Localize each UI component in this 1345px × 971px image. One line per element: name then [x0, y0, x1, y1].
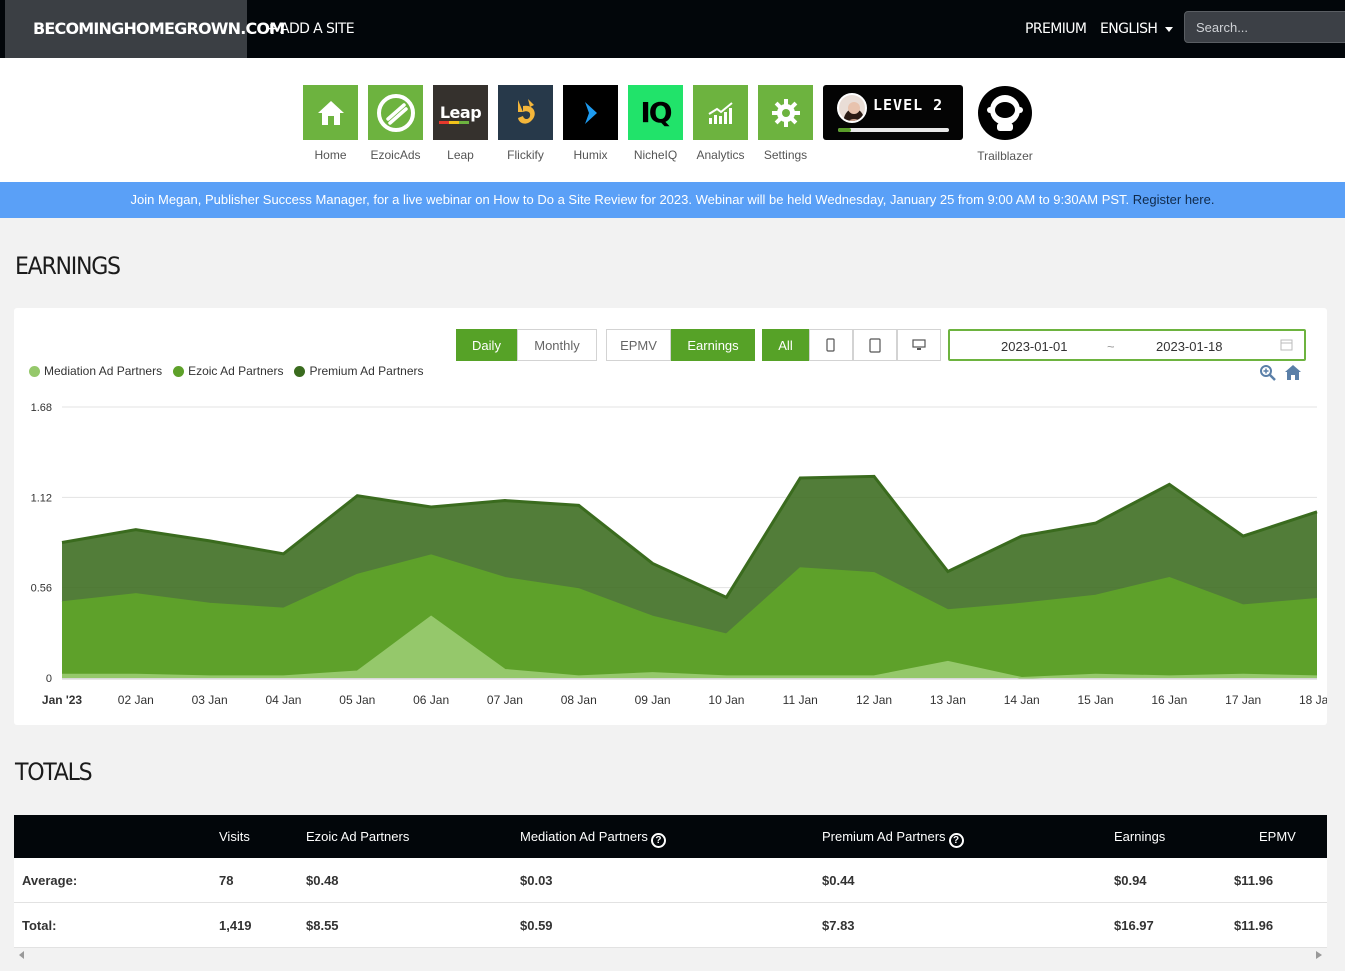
col-header-visits: Visits: [219, 829, 250, 844]
x-tick-label: 03 Jan: [192, 693, 228, 707]
scroll-right-icon: [1316, 951, 1322, 959]
webinar-banner: Join Megan, Publisher Success Manager, f…: [0, 182, 1345, 218]
x-tick-label: Jan '23: [42, 693, 83, 707]
level-progress-bar: [838, 128, 949, 132]
table-header: Visits Ezoic Ad Partners Mediation Ad Pa…: [14, 815, 1327, 858]
x-tick-label: 17 Jan: [1225, 693, 1261, 707]
totals-table: Visits Ezoic Ad Partners Mediation Ad Pa…: [14, 815, 1327, 948]
gear-icon: [758, 85, 813, 140]
analytics-icon: [693, 85, 748, 140]
x-tick-label: 16 Jan: [1151, 693, 1187, 707]
cell-earnings: $0.94: [1114, 873, 1147, 888]
x-tick-label: 05 Jan: [339, 693, 375, 707]
app-settings[interactable]: Settings: [758, 85, 813, 162]
cell-earnings: $16.97: [1114, 918, 1154, 933]
cell-premium: $0.44: [822, 873, 855, 888]
help-icon[interactable]: ?: [948, 833, 964, 848]
site-name[interactable]: BECOMINGHOMEGROWN.COM: [5, 0, 285, 58]
banner-text: Join Megan, Publisher Success Manager, f…: [130, 192, 1130, 207]
x-tick-label: 09 Jan: [635, 693, 671, 707]
x-tick-label: 07 Jan: [487, 693, 523, 707]
app-label: Settings: [763, 148, 808, 162]
help-icon[interactable]: ?: [650, 833, 666, 848]
x-tick-label: 06 Jan: [413, 693, 449, 707]
language-dropdown[interactable]: ENGLISH: [1100, 0, 1174, 58]
cell-ezoic: $8.55: [306, 918, 339, 933]
y-tick-label: 1.68: [31, 402, 52, 414]
x-tick-label: 11 Jan: [783, 693, 818, 707]
x-tick-label: 18 Ja: [1299, 693, 1327, 707]
table-horizontal-scrollbar[interactable]: [14, 948, 1327, 962]
chevron-down-icon: [1165, 26, 1174, 32]
y-tick-label: 0.56: [31, 583, 52, 595]
cell-mediation: $0.59: [520, 918, 553, 933]
nicheiq-icon: IQ: [628, 85, 683, 140]
flickify-icon: [498, 85, 553, 140]
cell-visits: 78: [219, 873, 234, 888]
astronaut-icon: [977, 85, 1033, 141]
table-row: Average: 78 $0.48 $0.03 $0.44 $0.94 $11.…: [14, 858, 1327, 903]
x-tick-label: 08 Jan: [561, 693, 597, 707]
row-label: Average:: [22, 873, 78, 888]
language-label: ENGLISH: [1100, 21, 1158, 37]
earnings-area-chart: 0 0.56 1.12 1.68 Jan '23 02 Jan 03 Jan 04 Jan 05…: [31, 402, 1327, 707]
scroll-left-icon: [19, 951, 24, 959]
register-link[interactable]: Register here.: [1133, 192, 1215, 207]
ezoic-ads-icon: [368, 85, 423, 140]
premium-link[interactable]: PREMIUM: [1025, 0, 1087, 58]
table-row: Total: 1,419 $8.55 $0.59 $7.83 $16.97 $1…: [14, 903, 1327, 948]
y-tick-label: 0: [46, 673, 52, 685]
x-tick-label: 15 Jan: [1078, 693, 1114, 707]
cell-mediation: $0.03: [520, 873, 553, 888]
search-input[interactable]: [1184, 11, 1345, 43]
level-badge[interactable]: LEVEL 2: [823, 85, 963, 140]
x-tick-label: 12 Jan: [856, 693, 892, 707]
x-tick-label: 14 Jan: [1004, 693, 1040, 707]
x-tick-label: 13 Jan: [930, 693, 966, 707]
app-launcher: Home EzoicAds Leap Leap Flickify Humix I…: [0, 58, 1345, 182]
x-tick-label: 02 Jan: [118, 693, 154, 707]
cell-ezoic: $0.48: [306, 873, 339, 888]
col-header-epmv: EPMV: [1259, 829, 1296, 844]
col-header-mediation: Mediation Ad Partners?: [520, 815, 666, 858]
cell-premium: $7.83: [822, 918, 855, 933]
humix-icon: [563, 85, 618, 140]
cell-visits: 1,419: [219, 918, 252, 933]
earnings-heading: EARNINGS: [15, 252, 121, 280]
add-site-link[interactable]: + ADD A SITE: [265, 0, 355, 58]
earnings-chart-card: Daily Monthly EPMV Earnings All 2023-01-…: [14, 308, 1327, 725]
trailblazer-label: Trailblazer: [977, 149, 1033, 163]
trailblazer-badge[interactable]: Trailblazer: [977, 85, 1033, 163]
col-header-premium: Premium Ad Partners?: [822, 815, 964, 858]
cell-epmv: $11.96: [1234, 873, 1274, 888]
y-tick-label: 1.12: [31, 492, 52, 504]
col-header-earnings: Earnings: [1114, 829, 1166, 844]
level-progress-fill: [838, 128, 852, 132]
row-label: Total:: [22, 918, 57, 933]
x-tick-label: 04 Jan: [265, 693, 301, 707]
x-tick-label: 10 Jan: [708, 693, 744, 707]
avatar: [837, 93, 867, 123]
leap-icon: Leap: [433, 85, 488, 140]
level-label: LEVEL 2: [873, 96, 944, 114]
top-nav-bar: BECOMINGHOMEGROWN.COM + ADD A SITE PREMI…: [0, 0, 1345, 58]
cell-epmv: $11.96: [1234, 918, 1274, 933]
col-header-ezoic: Ezoic Ad Partners: [306, 829, 410, 844]
home-icon: [303, 85, 358, 140]
totals-heading: TOTALS: [15, 758, 93, 786]
